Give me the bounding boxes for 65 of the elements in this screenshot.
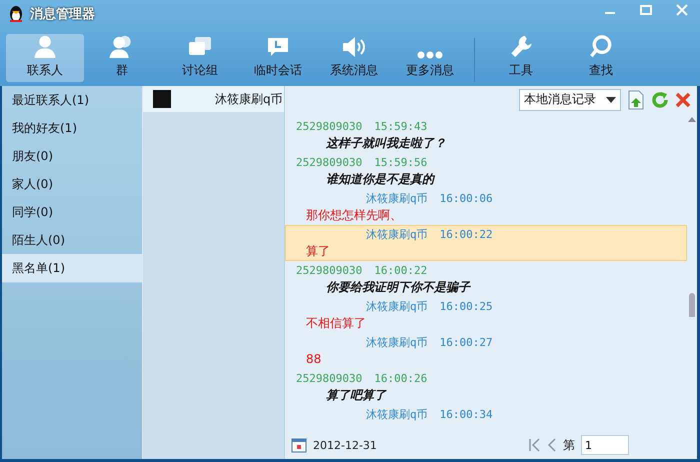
caret-icon: [606, 96, 616, 102]
person-icon: [32, 34, 58, 59]
first-page-button[interactable]: [529, 438, 541, 452]
message-time: 16:00:26: [374, 372, 428, 384]
category-item[interactable]: 我的好友(1): [2, 114, 142, 142]
category-item[interactable]: 朋友(0): [2, 142, 142, 170]
search-icon: [588, 34, 614, 59]
message-text: 那你想怎样先啊、: [306, 206, 402, 224]
contact-name: 沐筱康刷q币: [215, 90, 283, 108]
category-item[interactable]: 最近联系人(1): [2, 86, 142, 114]
source-dropdown[interactable]: 本地消息记录: [519, 88, 621, 110]
message-text: 算了: [306, 242, 330, 260]
page-input[interactable]: 1: [581, 435, 629, 455]
message-sender: 2529809030: [296, 372, 362, 384]
wrench-icon: [509, 34, 533, 59]
refresh-button[interactable]: [651, 90, 669, 108]
message-sender: 沐筱康刷q币: [366, 334, 428, 350]
message-sender: 沐筱康刷q币: [366, 226, 428, 242]
message-time: 16:00:34: [440, 408, 493, 420]
message-text: 不相信算了: [306, 314, 366, 332]
close-icon[interactable]: [676, 4, 688, 16]
message-text: 谁知道你是不是真的: [326, 170, 434, 188]
window-title: 消息管理器: [30, 6, 96, 23]
export-button[interactable]: [627, 90, 645, 110]
message-sender: 沐筱康刷q币: [366, 298, 428, 314]
message-text: 这样子就叫我走啦了？: [326, 134, 446, 152]
category-item[interactable]: 家人(0): [2, 170, 142, 198]
more-dots-icon: [417, 51, 443, 59]
message-time: 15:59:56: [374, 156, 428, 168]
message-text: 算了吧算了: [326, 386, 386, 404]
previous-page-button[interactable]: [547, 438, 557, 452]
page-label: 第: [563, 436, 575, 454]
toolbar-tab[interactable]: 系统消息: [316, 34, 392, 82]
contact-item[interactable]: 沐筱康刷q币: [143, 86, 284, 112]
maximize-icon[interactable]: [640, 5, 652, 15]
category-item[interactable]: 陌生人(0): [2, 226, 142, 254]
toolbar-tab[interactable]: 临时会话: [240, 34, 316, 82]
speaker-icon: [341, 35, 367, 59]
category-item[interactable]: 黑名单(1): [2, 254, 142, 283]
message-text: 88: [306, 352, 322, 366]
message-time: 16:00:06: [440, 192, 493, 204]
toolbar-tab[interactable]: 讨论组: [160, 34, 240, 82]
message-sender: 沐筱康刷q币: [366, 406, 428, 422]
message-time: 16:00:22: [374, 264, 428, 276]
toolbar-tab[interactable]: 联系人: [6, 34, 84, 82]
message-sender: 沐筱康刷q币: [366, 190, 428, 206]
avatar-image: [153, 90, 171, 108]
message-time: 15:59:43: [374, 120, 428, 132]
delete-button[interactable]: [675, 92, 691, 108]
penguin-logo-icon: [8, 5, 24, 23]
message-sender: 2529809030: [296, 264, 362, 276]
calendar-icon[interactable]: [291, 437, 307, 453]
toolbar-tab[interactable]: 群: [84, 34, 160, 82]
toolbar-tab[interactable]: 查找: [561, 34, 641, 82]
message-text: 你要给我证明下你不是骗子: [326, 278, 470, 296]
message-sender: 2529809030: [296, 120, 362, 132]
date-text: 2012-12-31: [313, 438, 378, 452]
clock-bubble-icon: [266, 35, 290, 59]
message-time: 16:00:22: [440, 228, 493, 240]
message-time: 16:00:25: [440, 300, 493, 312]
message-time: 16:00:27: [440, 336, 493, 348]
category-item[interactable]: 同学(0): [2, 198, 142, 226]
toolbar-tab[interactable]: 工具: [481, 34, 561, 82]
message-sender: 2529809030: [296, 156, 362, 168]
toolbar-tab[interactable]: 更多消息: [392, 34, 468, 82]
